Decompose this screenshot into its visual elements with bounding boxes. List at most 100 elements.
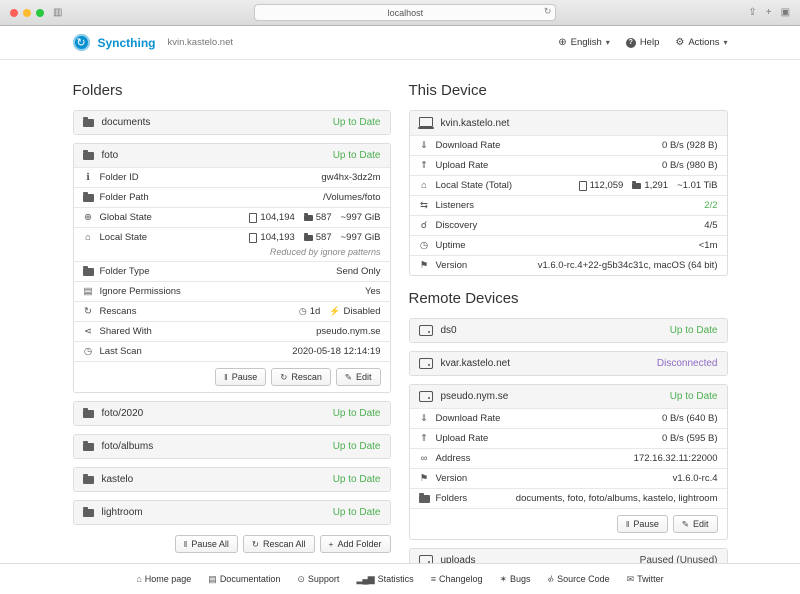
footer-link-home[interactable]: ⌂Home page	[136, 574, 191, 584]
rescan-all-button[interactable]: ↻Rescan All	[243, 535, 315, 553]
folder-header-documents[interactable]: documents Up to Date	[74, 111, 390, 134]
row-label: Folder Path	[100, 192, 149, 203]
footer-link-twitter[interactable]: ✉Twitter	[627, 574, 664, 584]
upload-icon: ⇑	[419, 433, 430, 444]
device-header-uploads[interactable]: uploads Paused (Unused)	[410, 549, 727, 563]
ignore-permissions-value: Yes	[365, 286, 381, 297]
edit-button[interactable]: ✎Edit	[336, 368, 381, 386]
ignore-patterns-note: Reduced by ignore patterns	[74, 247, 390, 261]
folder-path-value: /Volumes/foto	[323, 192, 381, 203]
sidebar-toggle-icon[interactable]: ▥	[53, 8, 62, 18]
footer-link-documentation[interactable]: ▤Documentation	[208, 574, 280, 584]
rescan-icon: ↻	[252, 540, 259, 549]
row-label: Version	[436, 473, 468, 484]
upload-rate-row: ⇑Upload Rate 0 B/s (980 B)	[410, 155, 727, 175]
row-label: Folders	[436, 493, 468, 504]
folder-open-icon	[83, 194, 94, 202]
version-value: v1.6.0-rc.4	[673, 473, 718, 484]
row-label: Discovery	[436, 220, 478, 231]
pause-icon: ‖	[626, 520, 630, 529]
actions-menu-label: Actions	[688, 37, 719, 48]
device-header-pseudo[interactable]: pseudo.nym.se Up to Date	[410, 385, 727, 408]
new-tab-icon[interactable]: +	[766, 8, 772, 18]
device-header-kvar[interactable]: kvar.kastelo.net Disconnected	[410, 352, 727, 375]
laptop-icon	[419, 117, 433, 127]
address-bar[interactable]: localhost ↻	[254, 4, 556, 21]
language-menu[interactable]: ⊕ English ▾	[558, 37, 610, 48]
language-menu-label: English	[571, 37, 602, 48]
main-content: Folders documents Up to Date foto Up to …	[0, 60, 800, 563]
local-state-row: ⌂Local State 104,193 587 ~997 GiB	[74, 227, 390, 247]
folders-title: Folders	[73, 82, 391, 99]
device-panel-kvar: kvar.kastelo.net Disconnected	[409, 351, 728, 376]
folder-header-lightroom[interactable]: lightroom Up to Date	[74, 501, 390, 524]
footer-link-changelog[interactable]: ≡Changelog	[431, 574, 483, 584]
uptime-row: ◷Uptime <1m	[410, 235, 727, 255]
globe-icon: ⊕	[83, 212, 94, 223]
version-row: ⚑ Version v1.6.0-rc.4	[410, 468, 727, 488]
folder-icon	[419, 495, 430, 503]
refresh-icon: ↻	[83, 306, 94, 317]
actions-menu[interactable]: ⚙ Actions ▾	[675, 37, 727, 48]
tag-icon: ⚑	[419, 473, 430, 484]
folder-type-row: Folder Type Send Only	[74, 261, 390, 281]
device-panel-ds0: ds0 Up to Date	[409, 318, 728, 343]
rescan-watch: Disabled	[344, 306, 381, 317]
pause-all-folders-button[interactable]: ‖Pause All	[175, 535, 238, 553]
folder-panel-fotoalbums: foto/albums Up to Date	[73, 434, 391, 459]
devices-column: This Device kvin.kastelo.net ⇓Download R…	[409, 60, 728, 563]
dirs-icon	[304, 235, 313, 241]
row-label: Ignore Permissions	[100, 286, 181, 297]
tab-overview-icon[interactable]: ▣	[781, 8, 790, 18]
zoom-window-button[interactable]	[36, 9, 44, 17]
share-icon: ⋖	[83, 326, 94, 337]
folder-header-foto[interactable]: foto Up to Date	[74, 144, 390, 167]
browser-chrome: ▥ localhost ↻ ⇪ + ▣	[0, 0, 800, 26]
help-icon: ?	[626, 38, 636, 48]
close-window-button[interactable]	[10, 9, 18, 17]
row-label: Shared With	[100, 326, 152, 337]
pause-button[interactable]: ‖Pause	[617, 515, 668, 533]
status-badge: Disconnected	[657, 358, 718, 369]
files-icon	[579, 181, 587, 191]
status-badge: Up to Date	[670, 325, 718, 336]
app-title: Syncthing	[98, 36, 156, 50]
folder-icon	[83, 509, 94, 517]
add-folder-button[interactable]: +Add Folder	[320, 535, 391, 553]
download-rate-row: ⇓Download Rate 0 B/s (928 B)	[410, 135, 727, 155]
this-device-header[interactable]: kvin.kastelo.net	[410, 111, 727, 135]
global-files-count: 104,194	[260, 212, 294, 223]
folder-header-kastelo[interactable]: kastelo Up to Date	[74, 468, 390, 491]
upload-rate-value: 0 B/s (980 B)	[662, 160, 717, 171]
folder-header-foto2020[interactable]: foto/2020 Up to Date	[74, 402, 390, 425]
total-dirs-count: 1,291	[644, 180, 668, 191]
rescan-button[interactable]: ↻Rescan	[271, 368, 331, 386]
footer-link-support[interactable]: ⊙Support	[297, 574, 339, 584]
footer-link-statistics[interactable]: ▂▄▆Statistics	[356, 574, 413, 584]
pause-button[interactable]: ‖Pause	[215, 368, 266, 386]
edit-button[interactable]: ✎Edit	[673, 515, 718, 533]
download-icon: ⇓	[419, 140, 430, 151]
device-name: ds0	[441, 325, 457, 336]
folder-header-fotoalbums[interactable]: foto/albums Up to Date	[74, 435, 390, 458]
share-icon[interactable]: ⇪	[748, 8, 756, 18]
folder-name: foto	[102, 150, 119, 161]
listeners-row: ⇆Listeners 2/2	[410, 195, 727, 215]
footer-link-source-code[interactable]: ‹/›Source Code	[548, 574, 610, 584]
help-menu[interactable]: ? Help	[626, 37, 660, 48]
row-label: Last Scan	[100, 346, 142, 357]
footer: ⌂Home page ▤Documentation ⊙Support ▂▄▆St…	[0, 563, 800, 594]
pause-icon: ‖	[224, 373, 228, 382]
listeners-value: 2/2	[704, 200, 717, 211]
global-dirs-count: 587	[316, 212, 332, 223]
address-value: 172.16.32.11:22000	[634, 453, 718, 464]
minimize-window-button[interactable]	[23, 9, 31, 17]
plus-icon: +	[329, 540, 334, 549]
footer-link-bugs[interactable]: ✶Bugs	[500, 574, 531, 584]
rescan-icon: ↻	[280, 373, 287, 382]
folder-type-value: Send Only	[336, 266, 380, 277]
folder-name: documents	[102, 117, 151, 128]
reload-icon[interactable]: ↻	[544, 6, 552, 17]
device-header-ds0[interactable]: ds0 Up to Date	[410, 319, 727, 342]
pause-icon: ‖	[184, 540, 188, 549]
